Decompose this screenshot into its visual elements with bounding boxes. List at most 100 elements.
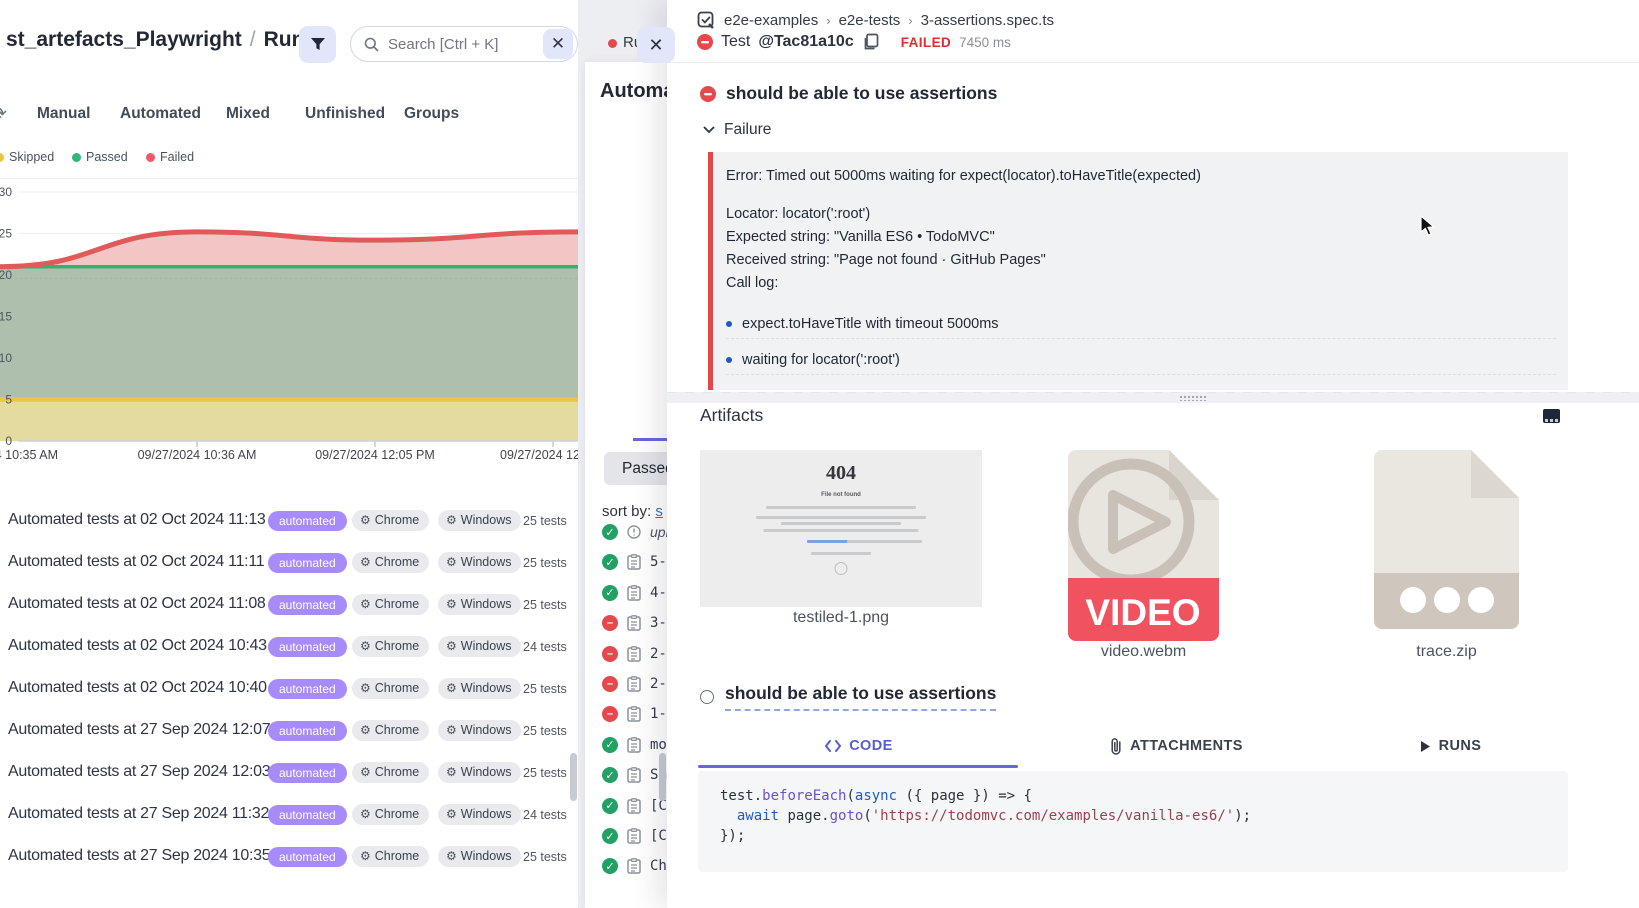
list-item[interactable]: ✓mo <box>602 733 667 757</box>
tag-label: Chrome <box>375 513 419 527</box>
tag-chip-chrome: ⚙Chrome <box>352 720 429 741</box>
table-row[interactable]: Automated tests at 02 Oct 2024 11:11auto… <box>0 543 578 585</box>
artifact-zip-thumbnail[interactable] <box>1374 450 1519 629</box>
y-tick-label: 20 <box>0 268 12 282</box>
divider <box>726 338 1556 339</box>
tab-automated[interactable]: Automated <box>120 105 201 123</box>
list-item[interactable]: ✓5- <box>602 550 667 574</box>
tab-groups[interactable]: Groups <box>404 105 459 123</box>
run-title: Automated tests at 02 Oct 2024 11:08 <box>8 595 266 613</box>
spec-name: 4- <box>650 585 667 601</box>
clipboard-icon <box>627 554 641 570</box>
play-icon <box>1420 740 1431 753</box>
list-item[interactable]: ✓[C <box>602 794 667 818</box>
artifact-image-thumbnail[interactable]: 404 File not found <box>700 450 982 607</box>
legend-label: Skipped <box>9 150 54 164</box>
tab-runs-label: RUNS <box>1439 738 1482 754</box>
test-id: @Tac81a10c <box>758 33 853 51</box>
breadcrumb-segment[interactable]: e2e-tests <box>839 12 901 29</box>
divider <box>0 178 578 179</box>
table-row[interactable]: Automated tests at 02 Oct 2024 10:40auto… <box>0 669 578 711</box>
tag-label: Chrome <box>375 555 419 569</box>
code-line: }); <box>720 826 1568 846</box>
tab-unfinished[interactable]: Unfinished <box>305 105 385 123</box>
left-scrollbar-thumb[interactable] <box>570 753 577 801</box>
legend-item-skipped[interactable]: Skipped <box>0 150 54 164</box>
tag-label: Windows <box>461 513 512 527</box>
tag-label: Chrome <box>375 597 419 611</box>
test-label: Test <box>721 33 750 51</box>
refresh-icon[interactable]: ⟳ <box>0 103 7 126</box>
tag-chip-chrome: ⚙Chrome <box>352 510 429 531</box>
list-item[interactable]: ✓4- <box>602 581 667 605</box>
table-row[interactable]: Automated tests at 02 Oct 2024 11:08auto… <box>0 585 578 627</box>
failure-section-toggle[interactable]: Failure <box>703 121 771 139</box>
tab-runs[interactable]: RUNS <box>1333 730 1568 762</box>
breadcrumb-segment[interactable]: e2e-examples <box>724 12 818 29</box>
artifacts-heading: Artifacts <box>700 405 763 426</box>
run-test-count: 25 tests <box>523 556 567 570</box>
legend-item-passed[interactable]: Passed <box>72 150 128 164</box>
run-type-badge: automated <box>268 553 347 573</box>
run-heading: Automa <box>600 80 674 103</box>
clipboard-icon <box>627 676 641 692</box>
tab-mixed[interactable]: Mixed <box>226 105 270 123</box>
legend-item-failed[interactable]: Failed <box>146 150 194 164</box>
code-token: async <box>855 788 897 804</box>
linked-test-link[interactable]: should be able to use assertions <box>725 683 996 711</box>
filter-button[interactable] <box>299 26 336 63</box>
legend-label: Passed <box>86 150 128 164</box>
artifact-video-thumbnail[interactable]: VIDEO <box>1068 450 1219 641</box>
clipboard-icon <box>627 646 641 662</box>
list-item[interactable]: – 2- <box>602 672 667 696</box>
code-token <box>720 808 737 824</box>
search-clear-button[interactable]: ✕ <box>543 29 573 59</box>
code-token: }); <box>720 828 745 844</box>
breadcrumb-segment[interactable]: 3-assertions.spec.ts <box>921 12 1054 29</box>
copy-icon[interactable] <box>862 33 879 51</box>
filter-icon <box>310 37 326 52</box>
run-type-badge: automated <box>268 805 347 825</box>
code-line: test.beforeEach(async ({ page }) => { <box>720 786 1568 806</box>
code-block[interactable]: test.beforeEach(async ({ page }) => { aw… <box>698 771 1568 872</box>
legend-dot <box>0 153 4 162</box>
middle-scrollbar-thumb[interactable] <box>659 753 666 801</box>
run-type-badge: automated <box>268 721 347 741</box>
tab-attachments[interactable]: ATTACHMENTS <box>1020 730 1333 762</box>
project-name[interactable]: st_artefacts_Playwright <box>6 28 242 51</box>
list-item[interactable]: –1- <box>602 702 667 726</box>
gallery-view-icon[interactable] <box>1543 409 1560 423</box>
list-item[interactable]: ✓[C <box>602 824 667 848</box>
table-row[interactable]: Automated tests at 27 Sep 2024 12:07auto… <box>0 711 578 753</box>
code-token: test. <box>720 788 762 804</box>
run-test-count: 25 tests <box>523 598 567 612</box>
x-tick-label: 09/27/2024 10:35 AM <box>0 448 58 462</box>
artifact-caption: trace.zip <box>1374 643 1519 661</box>
table-row[interactable]: Automated tests at 02 Oct 2024 10:43auto… <box>0 627 578 669</box>
error-line: Call log: <box>726 275 778 291</box>
list-item[interactable]: ✓uplo <box>602 520 676 544</box>
list-item[interactable]: –3- <box>602 611 667 635</box>
tab-manual[interactable]: Manual <box>37 105 90 123</box>
gear-icon: ⚙ <box>360 723 371 737</box>
spec-name: 2- <box>650 676 667 692</box>
search-placeholder: Search [Ctrl + K] <box>388 36 498 53</box>
tag-chip-windows: ⚙Windows <box>438 762 521 783</box>
close-icon[interactable]: ✕ <box>637 27 675 63</box>
runs-trend-chart[interactable]: 05101520253009/27/2024 10:35 AM09/27/202… <box>0 183 578 465</box>
sort-by-link[interactable]: s <box>655 503 663 520</box>
spec-name: 3- <box>650 615 667 631</box>
tab-code[interactable]: CODE <box>698 730 1020 762</box>
clipboard-icon <box>627 737 641 753</box>
clipboard-icon <box>627 554 641 570</box>
table-row[interactable]: Automated tests at 02 Oct 2024 11:13auto… <box>0 501 578 543</box>
list-item[interactable]: –2- <box>602 642 667 666</box>
drag-handle[interactable] <box>1179 395 1207 401</box>
table-row[interactable]: Automated tests at 27 Sep 2024 10:35auto… <box>0 837 578 879</box>
failed-icon: – <box>602 676 618 692</box>
list-item[interactable]: ✓Ch <box>602 854 667 878</box>
breadcrumb-separator: / <box>242 28 264 51</box>
table-row[interactable]: Automated tests at 27 Sep 2024 11:32auto… <box>0 795 578 837</box>
table-row[interactable]: Automated tests at 27 Sep 2024 12:03auto… <box>0 753 578 795</box>
list-item[interactable]: ✓Sm <box>602 763 667 787</box>
